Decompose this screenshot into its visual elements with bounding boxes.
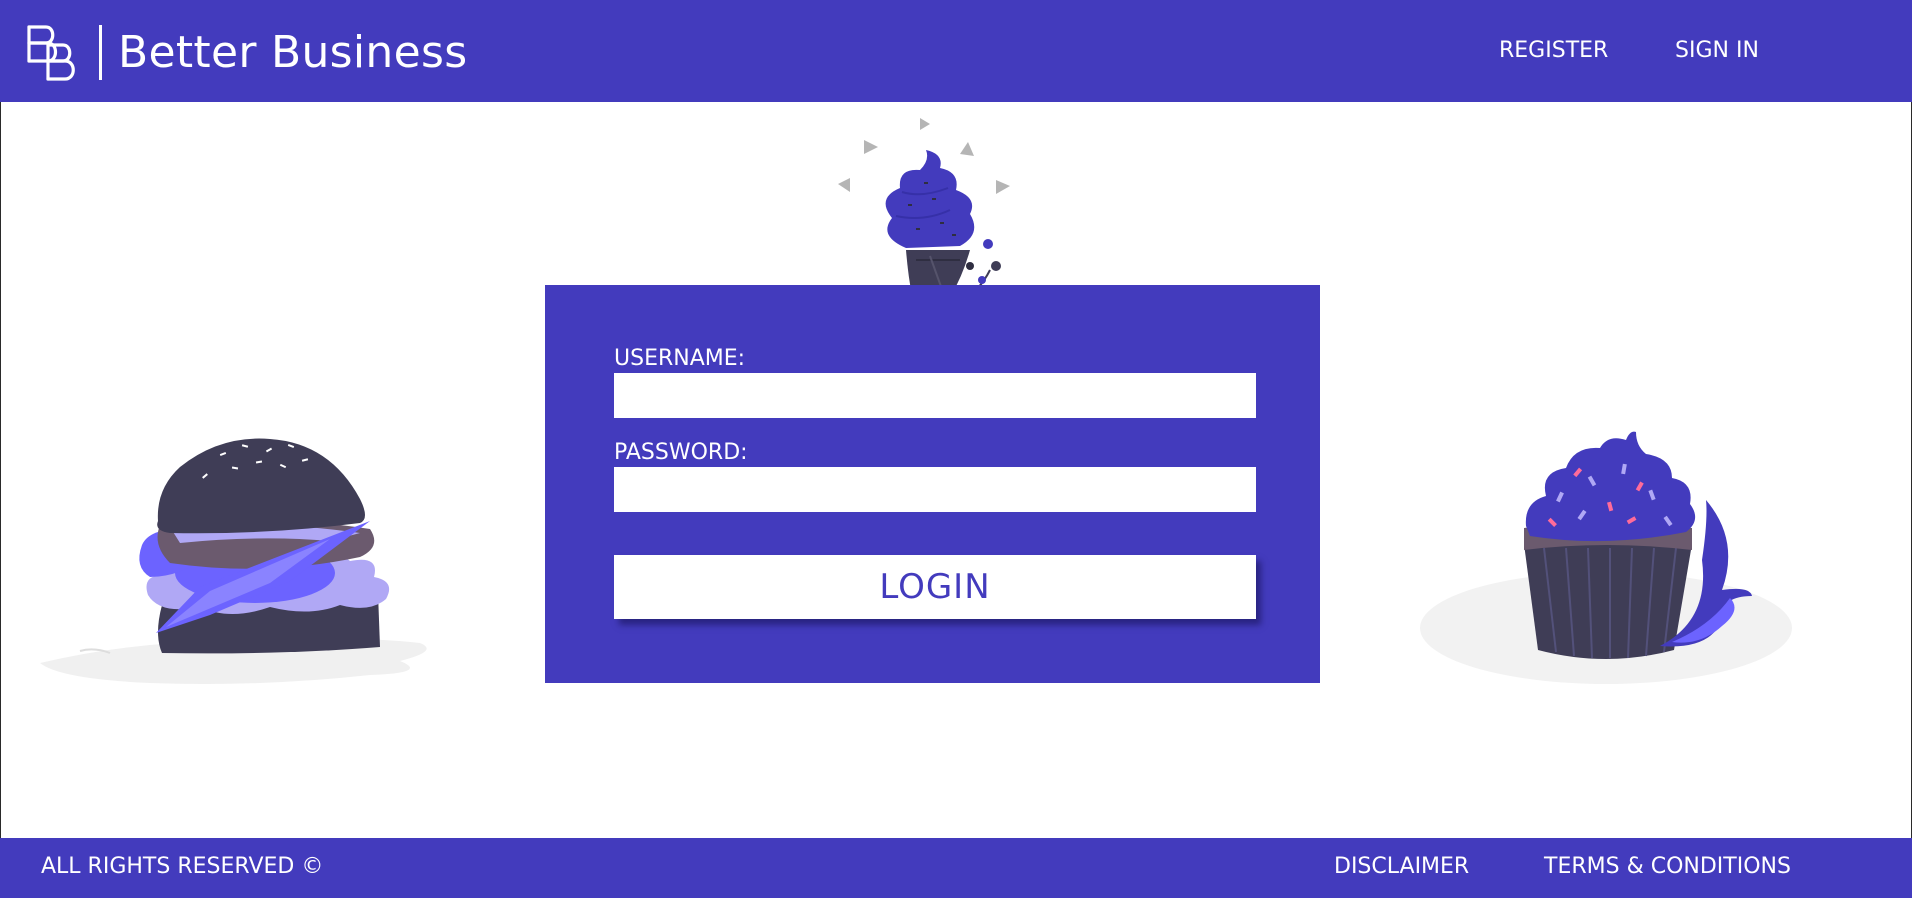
footer: ALL RIGHTS RESERVED © DISCLAIMER TERMS &… <box>0 838 1912 898</box>
password-label: PASSWORD: <box>614 440 748 465</box>
top-header: Better Business REGISTER SIGN IN <box>0 0 1912 102</box>
disclaimer-link[interactable]: DISCLAIMER <box>1334 852 1469 882</box>
login-button[interactable]: LOGIN <box>614 555 1256 619</box>
burger-illustration <box>40 436 427 684</box>
brand-name[interactable]: Better Business <box>118 24 467 82</box>
signin-link[interactable]: SIGN IN <box>1675 36 1759 66</box>
logo-divider <box>99 25 102 80</box>
password-input[interactable] <box>614 467 1256 512</box>
copyright-text: ALL RIGHTS RESERVED © <box>41 854 324 879</box>
terms-link[interactable]: TERMS & CONDITIONS <box>1544 852 1791 882</box>
register-link[interactable]: REGISTER <box>1499 36 1608 66</box>
bb-logo-icon[interactable] <box>26 24 82 82</box>
cupcake-illustration <box>1420 431 1792 684</box>
login-card: USERNAME: PASSWORD: LOGIN <box>545 285 1320 683</box>
username-input[interactable] <box>614 373 1256 418</box>
username-label: USERNAME: <box>614 346 746 371</box>
